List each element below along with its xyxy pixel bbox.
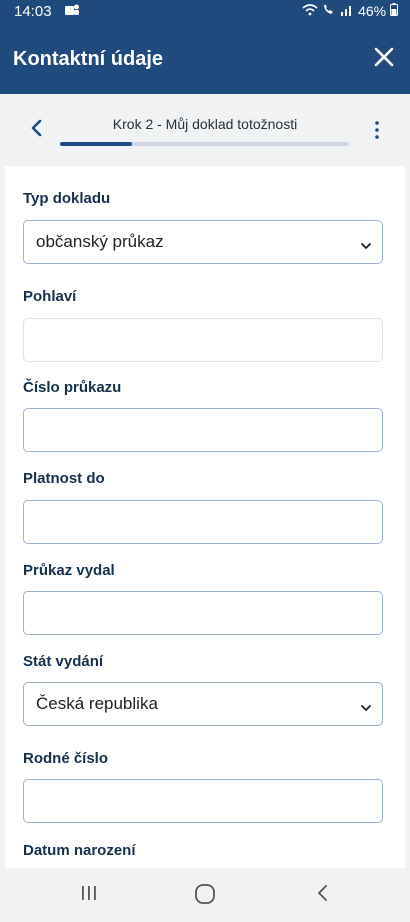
issuing-country-label: Stát vydání bbox=[23, 653, 104, 670]
issued-by-field[interactable] bbox=[23, 591, 383, 635]
chevron-left-icon[interactable] bbox=[26, 117, 48, 139]
birth-number-field[interactable] bbox=[23, 779, 383, 823]
gender-label: Pohlaví bbox=[23, 288, 77, 305]
system-nav-bar bbox=[0, 868, 410, 922]
issuing-country-select[interactable]: Česká republika bbox=[23, 682, 383, 726]
status-right: 46% bbox=[302, 3, 398, 19]
valid-until-label: Platnost do bbox=[23, 470, 105, 487]
step-label: Krok 2 - Můj doklad totožnosti bbox=[112, 116, 298, 132]
card-number-field[interactable] bbox=[23, 408, 383, 452]
call-icon bbox=[322, 3, 340, 19]
status-bar: 14:03 46% bbox=[0, 0, 410, 24]
chevron-down-icon bbox=[360, 699, 372, 712]
home-icon[interactable] bbox=[193, 882, 217, 911]
progress-track bbox=[60, 142, 349, 146]
recent-apps-icon[interactable] bbox=[78, 882, 100, 909]
document-type-value: občanský průkaz bbox=[36, 232, 164, 251]
battery-icon bbox=[390, 3, 398, 19]
birth-date-label: Datum narození bbox=[23, 842, 136, 859]
document-type-select[interactable]: občanský průkaz bbox=[23, 220, 383, 264]
wifi-icon bbox=[302, 3, 322, 19]
gender-field[interactable] bbox=[23, 318, 383, 362]
stepper: Krok 2 - Můj doklad totožnosti bbox=[0, 94, 410, 166]
signal-icon bbox=[340, 3, 358, 19]
teams-notification-icon bbox=[64, 3, 80, 20]
page-title: Kontaktní údaje bbox=[13, 48, 164, 70]
form-card: Typ dokladu občanský průkaz Pohlaví Čísl… bbox=[5, 166, 405, 868]
issued-by-label: Průkaz vydal bbox=[23, 562, 115, 579]
app-bar: Kontaktní údaje bbox=[0, 24, 410, 94]
document-type-label: Typ dokladu bbox=[23, 190, 111, 207]
battery-level: 46% bbox=[358, 3, 387, 19]
chevron-down-icon bbox=[360, 237, 372, 250]
card-number-label: Číslo průkazu bbox=[23, 379, 122, 396]
issuing-country-value: Česká republika bbox=[36, 694, 158, 713]
close-icon[interactable] bbox=[370, 43, 398, 71]
valid-until-field[interactable] bbox=[23, 500, 383, 544]
birth-number-label: Rodné číslo bbox=[23, 750, 109, 767]
status-time: 14:03 bbox=[14, 3, 52, 20]
more-vert-icon[interactable] bbox=[374, 120, 380, 140]
nav-back-icon[interactable] bbox=[312, 882, 334, 909]
progress-fill bbox=[60, 142, 133, 146]
